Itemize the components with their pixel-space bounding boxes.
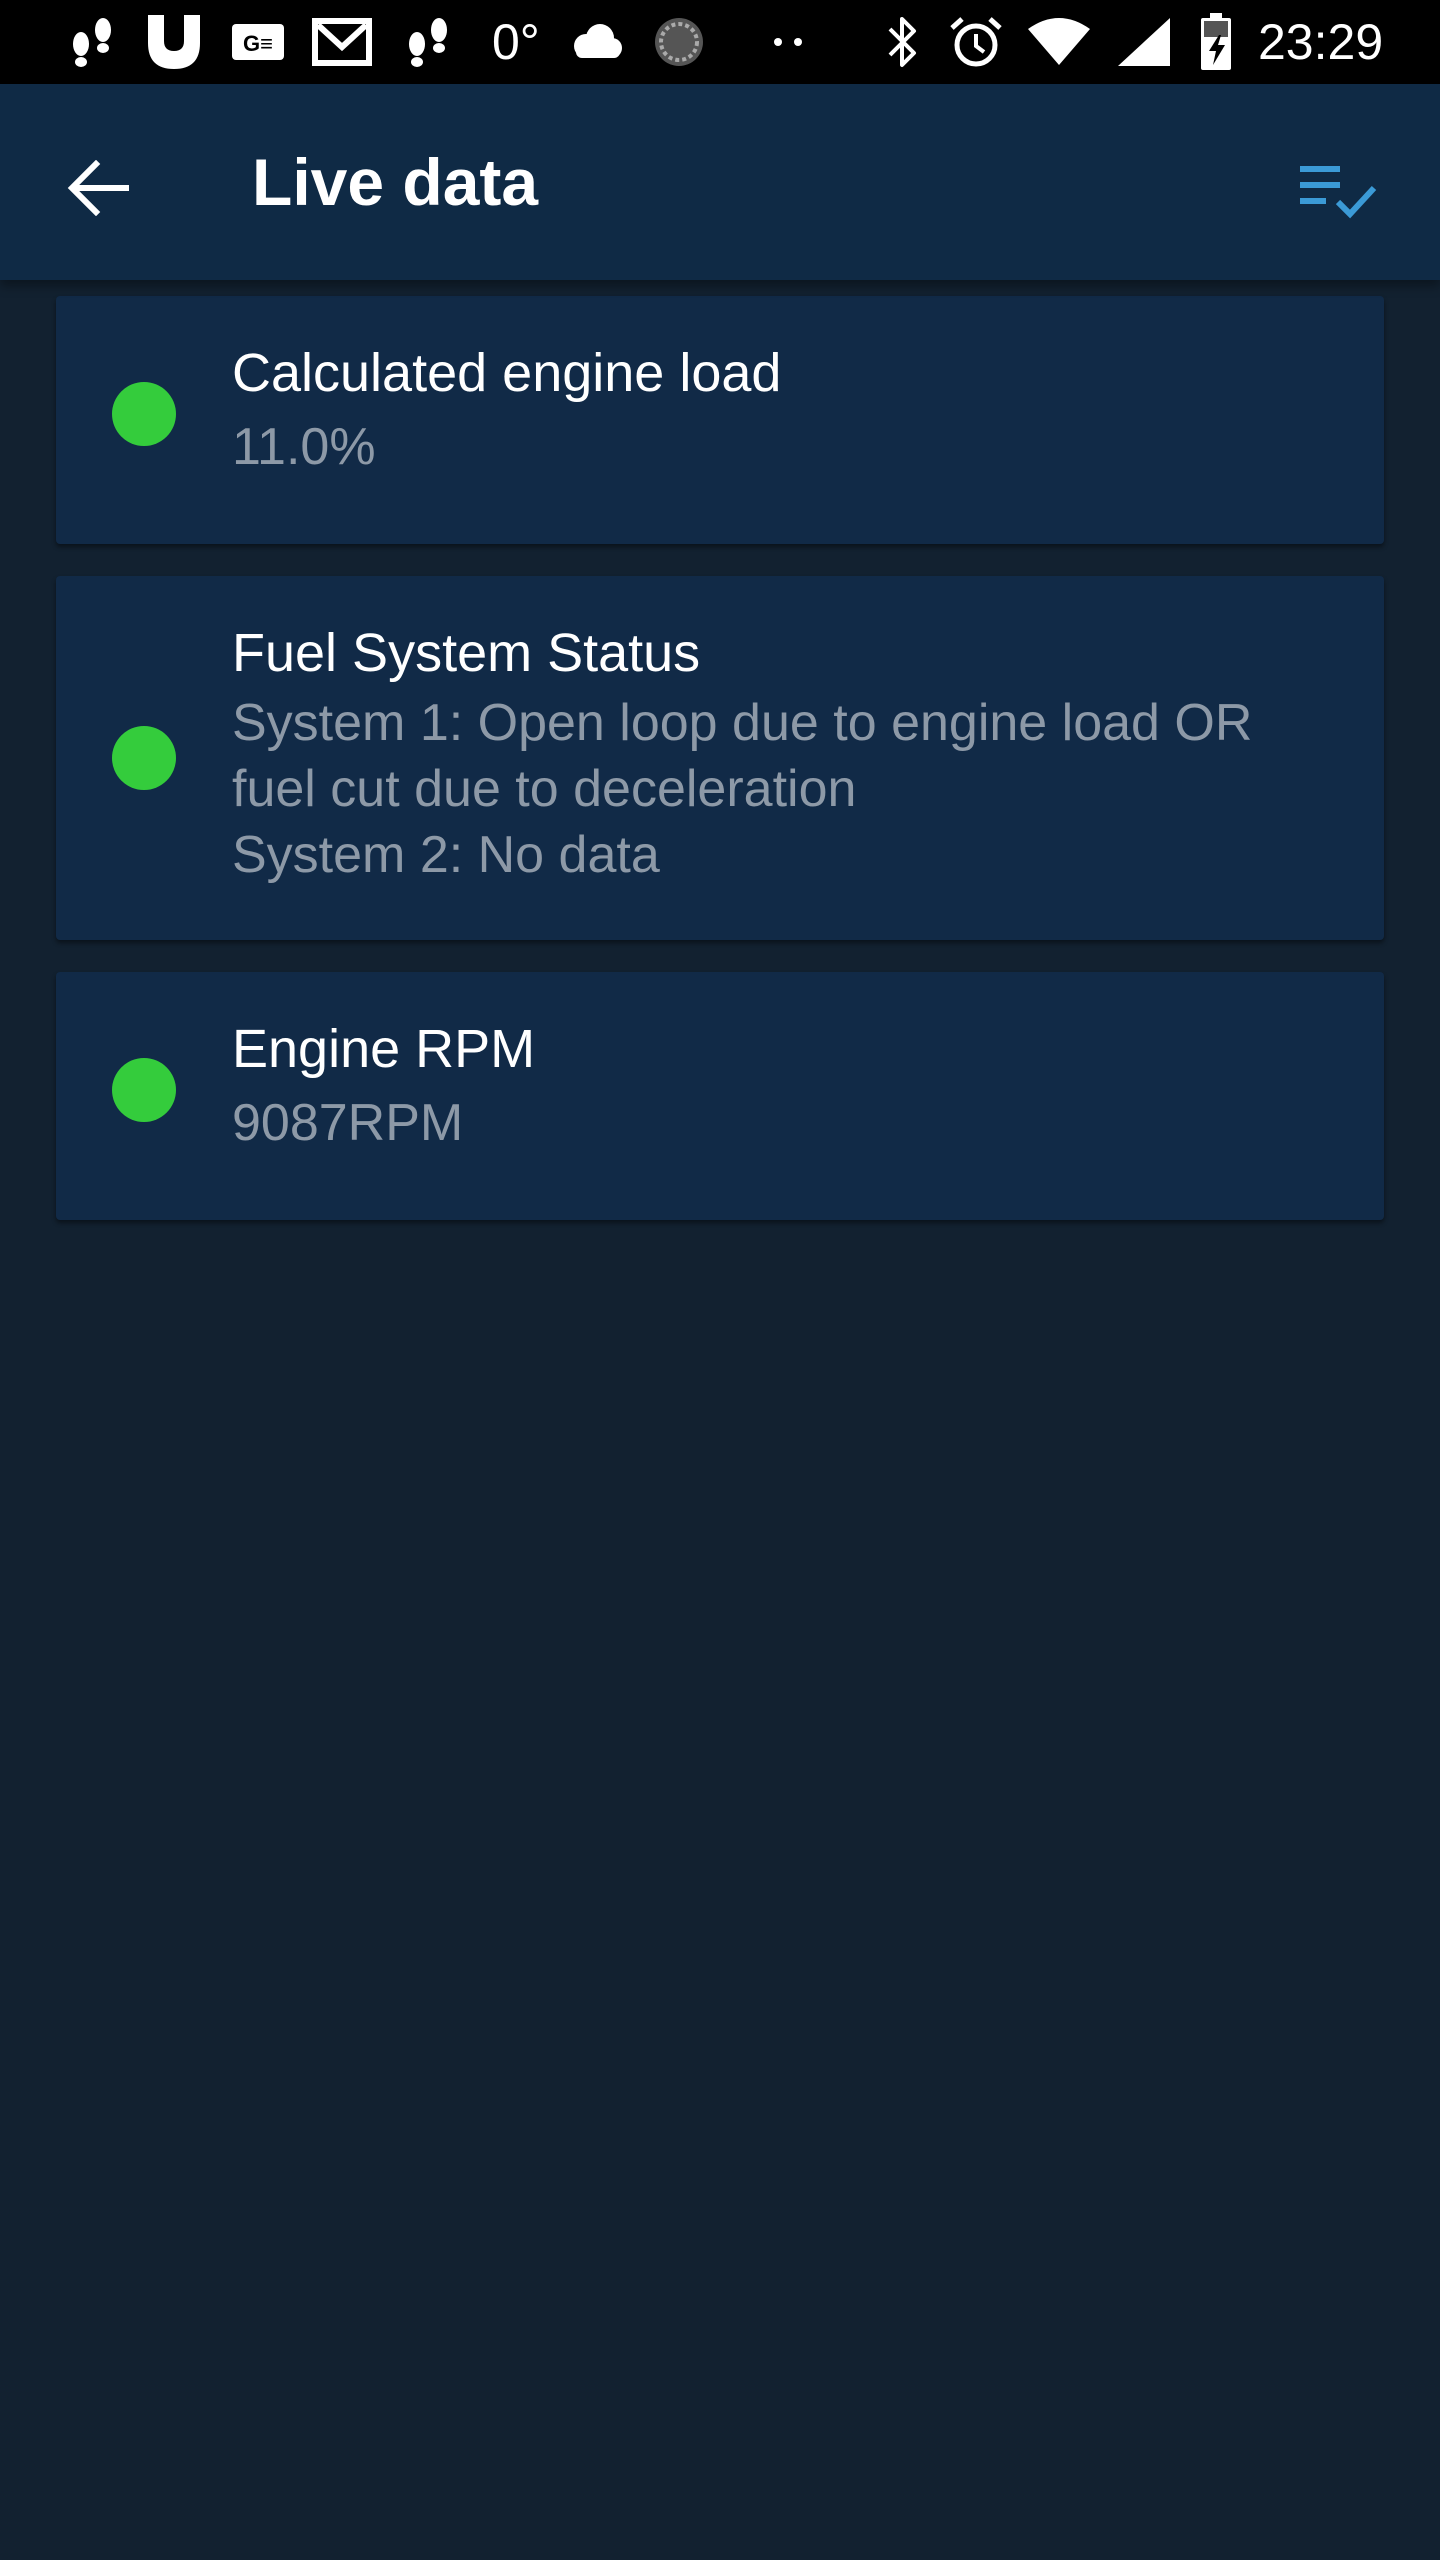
clock-time: 23:29 (1258, 14, 1384, 70)
signal-icon (1114, 14, 1174, 70)
list-item-fuel-system-status[interactable]: Fuel System Status System 1: Open loop d… (56, 576, 1384, 940)
arrow-left-icon (66, 159, 130, 221)
back-button[interactable] (50, 142, 146, 238)
status-bar: G≡ 0° 23:29 (0, 0, 1440, 84)
sync-circle-icon (650, 14, 708, 70)
bluetooth-icon (880, 14, 926, 70)
svg-text:G≡: G≡ (243, 31, 273, 56)
wifi-icon (1024, 14, 1094, 70)
list-item-engine-rpm[interactable]: Engine RPM 9087RPM (56, 972, 1384, 1220)
list-item-engine-load[interactable]: Calculated engine load 11.0% (56, 296, 1384, 544)
item-title: Engine RPM (232, 1019, 536, 1079)
magnet-icon (142, 14, 206, 70)
item-title: Calculated engine load (232, 343, 782, 403)
item-title: Fuel System Status (232, 623, 701, 683)
footsteps-icon (62, 14, 122, 70)
more-dots-icon (768, 14, 808, 70)
page-title: Live data (252, 145, 539, 219)
status-dot-icon (112, 1058, 176, 1122)
gmail-icon (310, 14, 374, 70)
status-dot-icon (112, 382, 176, 446)
ge-icon: G≡ (228, 14, 288, 70)
playlist-check-icon (1298, 162, 1378, 227)
status-dot-icon (112, 726, 176, 790)
item-value: 9087RPM (232, 1094, 464, 1152)
temperature-text: 0° (492, 14, 540, 70)
app-bar: Live data (0, 84, 1440, 280)
item-value: 11.0% (232, 418, 376, 476)
item-value: System 1: Open loop due to engine load O… (232, 694, 1253, 884)
alarm-icon (946, 14, 1006, 70)
footsteps-icon (398, 14, 458, 70)
cloud-icon (564, 14, 628, 70)
battery-charging-icon (1196, 13, 1236, 70)
select-items-button[interactable] (1290, 146, 1386, 242)
